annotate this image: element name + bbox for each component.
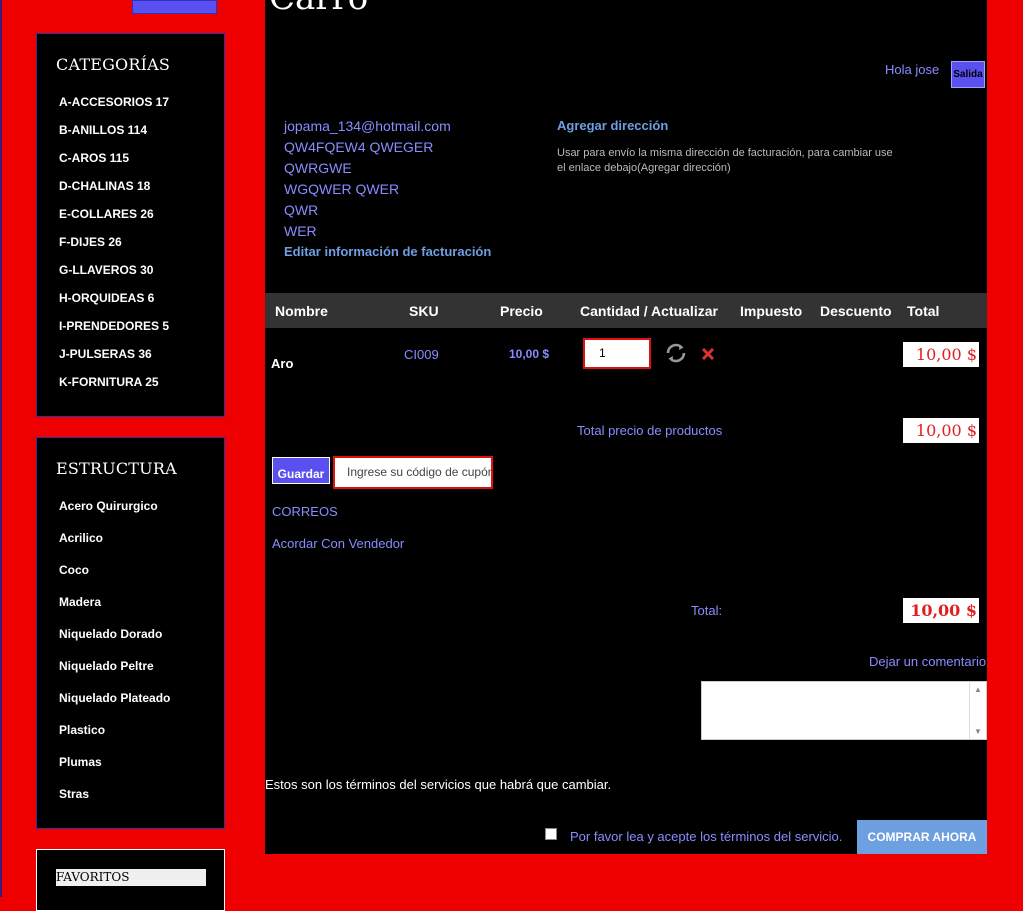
- category-link[interactable]: G-LLAVEROS 30: [59, 263, 153, 277]
- structure-link[interactable]: Coco: [59, 563, 89, 577]
- save-coupon-button[interactable]: Guardar: [272, 457, 330, 484]
- favorites-title[interactable]: FAVORITOS: [56, 869, 206, 886]
- item-name: Aro: [271, 356, 294, 371]
- categories-title: CATEGORÍAS: [56, 55, 171, 74]
- page-title: Carro: [269, 0, 368, 18]
- cart-panel: Carro Hola jose Salida jopama_134@hotmai…: [265, 0, 987, 854]
- top-left-button[interactable]: [132, 0, 217, 14]
- category-link[interactable]: H-ORQUIDEAS 6: [59, 291, 154, 305]
- comment-textarea[interactable]: ▲ ▼: [701, 681, 987, 740]
- products-total-label: Total precio de productos: [577, 423, 723, 438]
- category-link[interactable]: C-AROS 115: [59, 151, 129, 165]
- col-qty: Cantidad / Actualizar: [580, 303, 718, 319]
- coupon-input[interactable]: Ingrese su código de cupón: [333, 456, 493, 489]
- left-edge: [0, 0, 2, 897]
- total-label: Total:: [691, 603, 723, 618]
- billing-line: QWR: [284, 202, 319, 218]
- col-discount: Descuento: [820, 303, 892, 319]
- category-link[interactable]: A-ACCESORIOS 17: [59, 95, 169, 109]
- category-link[interactable]: E-COLLARES 26: [59, 207, 154, 221]
- billing-line: QWRGWE: [284, 160, 352, 176]
- col-total: Total: [907, 303, 940, 319]
- billing-line: QW4FQEW4 QWEGER: [284, 139, 434, 155]
- category-link[interactable]: J-PULSERAS 36: [59, 347, 152, 361]
- structure-link[interactable]: Niquelado Dorado: [59, 627, 162, 641]
- structure-title: ESTRUCTURA: [56, 459, 177, 478]
- category-link[interactable]: K-FORNITURA 25: [59, 375, 159, 389]
- structure-link[interactable]: Madera: [59, 595, 101, 609]
- item-total: 10,00 $: [903, 342, 979, 367]
- logout-button[interactable]: Salida: [951, 61, 985, 88]
- structure-link[interactable]: Niquelado Plateado: [59, 691, 170, 705]
- shipping-option-correos[interactable]: CORREOS: [272, 504, 338, 519]
- billing-line: WER: [284, 223, 317, 239]
- structure-link[interactable]: Acero Quirurgico: [59, 499, 158, 513]
- scroll-down-icon[interactable]: ▼: [970, 727, 986, 736]
- terms-accept-label[interactable]: Por favor lea y acepte los términos del …: [570, 829, 842, 844]
- comment-label: Dejar un comentario: [869, 654, 987, 669]
- structure-panel: ESTRUCTURA Acero Quirurgico Acrilico Coc…: [36, 437, 225, 829]
- buy-now-button[interactable]: COMPRAR AHORA: [857, 820, 987, 854]
- structure-link[interactable]: Acrilico: [59, 531, 103, 545]
- terms-text: Estos son los términos del servicios que…: [265, 777, 612, 792]
- col-sku: SKU: [409, 303, 439, 319]
- favorites-panel: FAVORITOS: [36, 849, 225, 911]
- billing-line: WGQWER QWER: [284, 181, 400, 197]
- close-icon[interactable]: [701, 347, 715, 361]
- products-total: 10,00 $: [903, 418, 979, 443]
- shipping-note: Usar para envío la misma dirección de fa…: [557, 147, 893, 174]
- structure-link[interactable]: Stras: [59, 787, 89, 801]
- textarea-scrollbar[interactable]: ▲ ▼: [969, 682, 986, 739]
- col-tax: Impuesto: [740, 303, 803, 319]
- category-link[interactable]: D-CHALINAS 18: [59, 179, 150, 193]
- edit-billing-link[interactable]: Editar información de facturación: [284, 244, 491, 259]
- quantity-input[interactable]: 1: [583, 338, 651, 369]
- billing-email: jopama_134@hotmail.com: [284, 118, 451, 134]
- terms-checkbox[interactable]: [545, 828, 557, 840]
- grand-total: 10,00 $: [903, 598, 979, 623]
- shipping-option-seller[interactable]: Acordar Con Vendedor: [272, 536, 404, 551]
- category-link[interactable]: B-ANILLOS 114: [59, 123, 147, 137]
- structure-link[interactable]: Plastico: [59, 723, 105, 737]
- cart-table-header: Nombre SKU Precio Cantidad / Actualizar …: [265, 293, 987, 328]
- item-price: 10,00 $: [509, 347, 550, 361]
- col-price: Precio: [500, 303, 543, 319]
- refresh-icon[interactable]: [664, 341, 688, 365]
- col-name: Nombre: [275, 303, 328, 319]
- scroll-up-icon[interactable]: ▲: [970, 685, 986, 694]
- greeting: Hola jose: [885, 62, 940, 77]
- category-link[interactable]: I-PRENDEDORES 5: [59, 319, 169, 333]
- categories-panel: CATEGORÍAS A-ACCESORIOS 17 B-ANILLOS 114…: [36, 33, 225, 417]
- item-sku[interactable]: CI009: [404, 347, 439, 362]
- structure-link[interactable]: Plumas: [59, 755, 102, 769]
- add-address-link[interactable]: Agregar dirección: [557, 118, 668, 133]
- category-link[interactable]: F-DIJES 26: [59, 235, 122, 249]
- structure-link[interactable]: Niquelado Peltre: [59, 659, 154, 673]
